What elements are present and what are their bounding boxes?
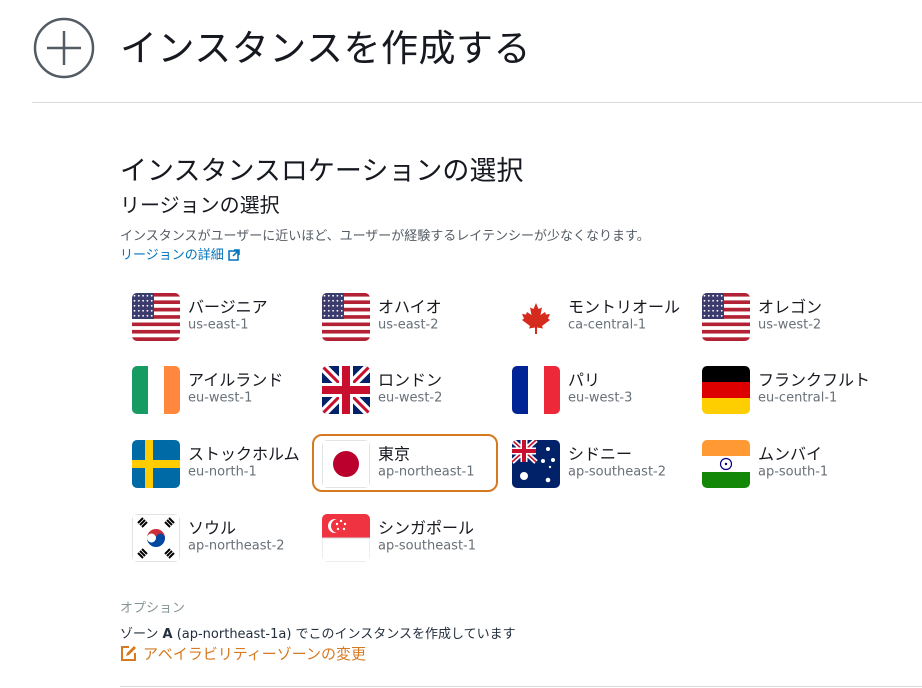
japan-flag-icon — [322, 440, 370, 488]
region-text: オレゴン us-west-2 — [758, 299, 876, 334]
region-tile-ap-northeast-1[interactable]: 東京 ap-northeast-1 — [312, 434, 498, 492]
region-name: ムンバイ — [758, 444, 823, 464]
change-az-label: アベイラビリティーゾーンの変更 — [143, 645, 367, 663]
region-code: us-east-2 — [378, 317, 439, 333]
region-text: 東京 ap-northeast-1 — [378, 446, 496, 481]
region-code: eu-central-1 — [758, 390, 838, 406]
bottom-divider — [120, 686, 922, 687]
region-name: ロンドン — [378, 370, 443, 390]
options-label: オプション — [120, 601, 186, 616]
region-code: ap-south-1 — [758, 464, 829, 480]
region-code: eu-north-1 — [188, 464, 257, 480]
region-text: ストックホルム eu-north-1 — [188, 446, 306, 481]
germany-flag-icon — [702, 366, 750, 414]
region-text: ムンバイ ap-south-1 — [758, 446, 876, 481]
us-flag-icon — [132, 293, 180, 341]
region-tile-ap-south-1[interactable]: ムンバイ ap-south-1 — [692, 434, 878, 492]
region-details-link[interactable]: リージョンの詳細 — [120, 244, 240, 263]
korea-flag-icon — [132, 514, 180, 562]
india-flag-icon — [702, 440, 750, 488]
region-name: フランクフルト — [758, 370, 871, 390]
region-code: eu-west-2 — [378, 390, 443, 406]
zone-prefix: ゾーン — [120, 627, 159, 642]
region-tile-ca-central-1[interactable]: モントリオール ca-central-1 — [502, 287, 688, 345]
region-text: パリ eu-west-3 — [568, 372, 686, 407]
region-code: ap-northeast-1 — [378, 464, 475, 480]
region-text: シドニー ap-southeast-2 — [568, 446, 686, 481]
region-text: オハイオ us-east-2 — [378, 299, 496, 334]
region-text: フランクフルト eu-central-1 — [758, 372, 876, 407]
region-heading: リージョンの選択 — [120, 193, 280, 217]
region-tile-eu-west-1[interactable]: アイルランド eu-west-1 — [122, 360, 308, 418]
region-text: シンガポール ap-southeast-1 — [378, 520, 496, 555]
uk-flag-icon — [322, 366, 370, 414]
region-name: シンガポール — [378, 518, 475, 538]
page-title: インスタンスを作成する — [120, 27, 532, 70]
external-link-icon — [228, 249, 240, 261]
region-name: 東京 — [378, 444, 411, 464]
region-text: アイルランド eu-west-1 — [188, 372, 306, 407]
region-details-label: リージョンの詳細 — [120, 248, 224, 263]
zone-status-text: ゾーン A (ap-northeast-1a) でこのインスタンスを作成していま… — [120, 623, 516, 642]
region-text: ソウル ap-northeast-2 — [188, 520, 306, 555]
region-code: ap-northeast-2 — [188, 538, 285, 554]
section-title: インスタンスロケーションの選択 — [120, 156, 524, 187]
region-tile-us-east-2[interactable]: オハイオ us-east-2 — [312, 287, 498, 345]
region-code: ap-southeast-2 — [568, 464, 667, 480]
region-name: アイルランド — [188, 370, 284, 390]
region-code: us-east-1 — [188, 317, 249, 333]
region-code: eu-west-3 — [568, 390, 633, 406]
france-flag-icon — [512, 366, 560, 414]
us-flag-icon — [322, 293, 370, 341]
region-tile-ap-southeast-2[interactable]: シドニー ap-southeast-2 — [502, 434, 688, 492]
australia-flag-icon — [512, 440, 560, 488]
zone-suffix: (ap-northeast-1a) でこのインスタンスを作成しています — [176, 627, 516, 642]
change-az-link[interactable]: アベイラビリティーゾーンの変更 — [120, 643, 366, 664]
region-description: インスタンスがユーザーに近いほど、ユーザーが経験するレイテンシーが少なくなります… — [120, 229, 650, 244]
region-text: モントリオール ca-central-1 — [568, 299, 686, 334]
region-name: ストックホルム — [188, 444, 300, 464]
sweden-flag-icon — [132, 440, 180, 488]
region-tile-ap-northeast-2[interactable]: ソウル ap-northeast-2 — [122, 508, 308, 566]
zone-letter: A — [162, 627, 173, 642]
singapore-flag-icon — [322, 514, 370, 562]
region-name: オハイオ — [378, 297, 442, 317]
header-divider — [32, 102, 922, 103]
region-name: パリ — [568, 370, 601, 390]
region-tile-eu-north-1[interactable]: ストックホルム eu-north-1 — [122, 434, 308, 492]
region-tile-eu-west-2[interactable]: ロンドン eu-west-2 — [312, 360, 498, 418]
region-tile-eu-central-1[interactable]: フランクフルト eu-central-1 — [692, 360, 878, 418]
edit-icon — [121, 646, 136, 661]
region-code: ap-southeast-1 — [378, 538, 477, 554]
region-text: バージニア us-east-1 — [188, 299, 306, 334]
region-name: モントリオール — [568, 297, 681, 317]
ireland-flag-icon — [132, 366, 180, 414]
region-tile-us-east-1[interactable]: バージニア us-east-1 — [122, 287, 308, 345]
plus-circle-icon — [33, 17, 95, 79]
region-name: ソウル — [188, 518, 237, 538]
page-header: インスタンスを作成する — [0, 0, 922, 104]
region-tile-eu-west-3[interactable]: パリ eu-west-3 — [502, 360, 688, 418]
region-name: バージニア — [188, 297, 268, 317]
region-tile-us-west-2[interactable]: オレゴン us-west-2 — [692, 287, 878, 345]
canada-flag-icon — [512, 293, 560, 341]
region-name: シドニー — [568, 444, 633, 464]
us-flag-icon — [702, 293, 750, 341]
region-tile-ap-southeast-1[interactable]: シンガポール ap-southeast-1 — [312, 508, 498, 566]
region-text: ロンドン eu-west-2 — [378, 372, 496, 407]
region-code: eu-west-1 — [188, 390, 253, 406]
region-code: ca-central-1 — [568, 317, 647, 333]
region-code: us-west-2 — [758, 317, 822, 333]
region-name: オレゴン — [758, 297, 823, 317]
